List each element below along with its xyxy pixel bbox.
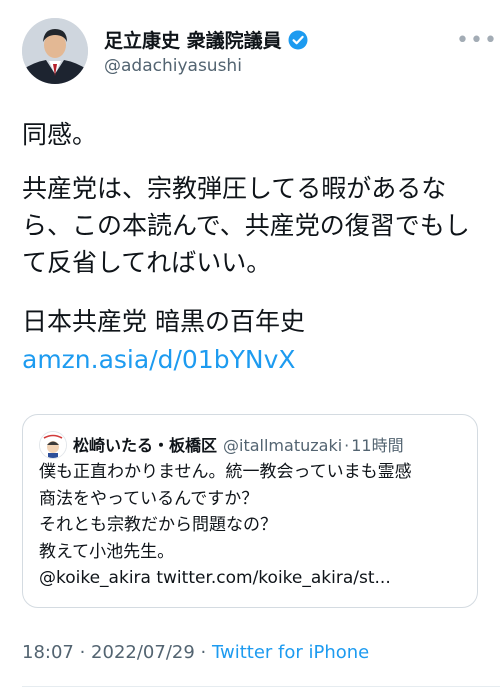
quoted-line: 教えて小池先生。 [39, 541, 175, 562]
quoted-line: @koike_akira twitter.com/koike_akira/st.… [39, 568, 391, 588]
more-horizontal-icon[interactable]: ••• [456, 28, 498, 53]
quoted-author-handle[interactable]: @itallmatuzaki [223, 436, 342, 455]
author-display-name[interactable]: 足立康史 衆議院議員 [104, 26, 282, 53]
tweet-metadata: 18:07 · 2022/07/29 · Twitter for iPhone [22, 642, 369, 663]
tweet-line-3: 日本共産党 暗黒の百年史 [22, 307, 305, 336]
author-avatar[interactable] [22, 18, 88, 84]
author-handle[interactable]: @adachiyasushi [104, 56, 242, 76]
quoted-author-avatar[interactable] [39, 431, 67, 459]
tweet-source[interactable]: Twitter for iPhone [212, 642, 369, 663]
quoted-line: それとも宗教だから問題なの？ [39, 515, 277, 535]
quoted-separator: · [344, 436, 350, 455]
quoted-timestamp: 11時間 [351, 436, 404, 455]
tweet-link[interactable]: amzn.asia/d/01bYNvX [22, 345, 296, 374]
tweet-line-1: 同感。 [22, 120, 98, 149]
tweet-line-2: 共産党は、宗教弾圧してる暇があるなら、この本読んで、共産党の復習でもして反省して… [22, 174, 470, 277]
quoted-line: 商法をやっているんですか？ [39, 488, 259, 509]
meta-separator: · [194, 642, 212, 663]
quoted-author-name[interactable]: 松崎いたる・板橋区 [73, 432, 217, 456]
tweet-date[interactable]: 2022/07/29 [91, 642, 195, 663]
quoted-tweet-card[interactable]: 松崎いたる・板橋区 @itallmatuzaki · 11時間 僕も正直わかりま… [22, 414, 478, 608]
verified-badge-icon [288, 30, 308, 50]
quoted-line: 僕も正直わかりません。統一教会っていまも霊感 [39, 462, 412, 482]
meta-separator: · [73, 642, 92, 663]
quoted-tweet-text: 僕も正直わかりません。統一教会っていまも霊感 商法をやっているんですか？ それと… [39, 459, 469, 592]
tweet-time[interactable]: 18:07 [22, 642, 74, 663]
